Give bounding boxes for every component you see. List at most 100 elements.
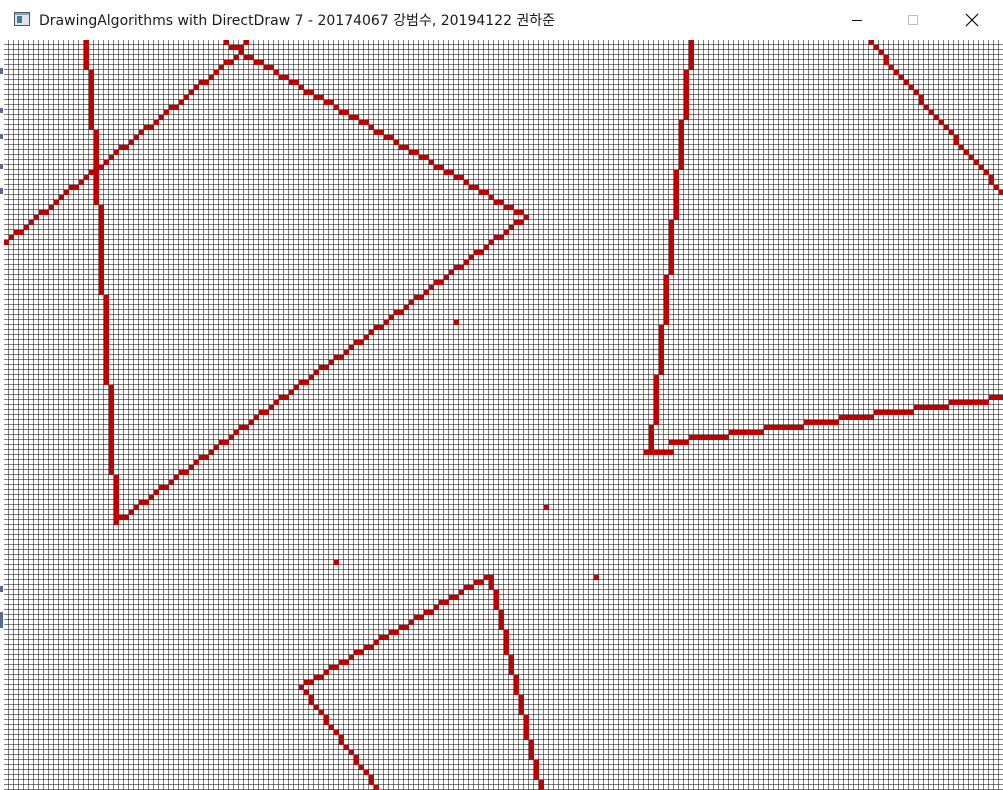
plotted-pixel <box>504 635 509 640</box>
plotted-pixel <box>664 280 669 285</box>
plotted-pixel <box>299 685 304 690</box>
plotted-pixel <box>524 215 529 220</box>
plotted-pixel <box>914 405 919 410</box>
plotted-pixel <box>329 360 334 365</box>
plotted-pixel <box>9 235 14 240</box>
close-button[interactable] <box>949 0 995 40</box>
plotted-pixel <box>879 410 884 415</box>
plotted-pixel <box>109 460 114 465</box>
plotted-pixel <box>289 390 294 395</box>
plotted-pixel <box>464 180 469 185</box>
plotted-pixel <box>44 210 49 215</box>
plotted-pixel <box>304 690 309 695</box>
plotted-pixel <box>14 230 19 235</box>
plotted-pixel <box>4 240 9 245</box>
plotted-pixel <box>439 165 444 170</box>
plotted-pixel <box>104 360 109 365</box>
plotted-pixel <box>104 340 109 345</box>
plotted-pixel <box>229 45 234 50</box>
plotted-pixel <box>684 115 689 120</box>
plotted-pixel <box>94 165 99 170</box>
plotted-pixel <box>314 95 319 100</box>
plotted-pixel <box>979 400 984 405</box>
plotted-pixel <box>179 100 184 105</box>
plotted-pixel <box>449 170 454 175</box>
plotted-pixel <box>514 680 519 685</box>
plotted-pixel <box>669 440 674 445</box>
plotted-pixel <box>469 585 474 590</box>
maximize-button[interactable] <box>890 0 936 40</box>
drawing-canvas[interactable] <box>4 40 1003 790</box>
app-window-icon[interactable] <box>14 12 30 26</box>
minimize-button[interactable] <box>834 0 880 40</box>
plotted-pixel <box>504 230 509 235</box>
plotted-pixel <box>109 445 114 450</box>
plotted-pixel <box>454 595 459 600</box>
plotted-pixel <box>919 405 924 410</box>
plotted-pixel <box>669 265 674 270</box>
plotted-pixel <box>134 135 139 140</box>
plotted-pixel <box>519 220 524 225</box>
plotted-pixel <box>349 115 354 120</box>
plotted-pixel <box>149 125 154 130</box>
plotted-pixel <box>104 345 109 350</box>
plotted-pixel <box>499 200 504 205</box>
plotted-pixel <box>84 65 89 70</box>
plotted-pixel <box>504 205 509 210</box>
plotted-pixel <box>104 300 109 305</box>
plotted-pixel <box>189 90 194 95</box>
plotted-pixel <box>99 270 104 275</box>
plotted-pixel <box>689 65 694 70</box>
plotted-pixel <box>659 335 664 340</box>
plotted-pixel <box>414 150 419 155</box>
plotted-pixel <box>424 610 429 615</box>
plotted-pixel <box>394 310 399 315</box>
plotted-pixel <box>99 275 104 280</box>
plotted-pixel <box>354 115 359 120</box>
plotted-pixel <box>674 205 679 210</box>
plotted-pixel <box>114 480 119 485</box>
plotted-pixel <box>324 715 329 720</box>
plotted-pixel <box>114 475 119 480</box>
plotted-pixel <box>959 145 964 150</box>
plotted-pixel <box>99 225 104 230</box>
plotted-pixel <box>109 410 114 415</box>
plotted-pixel <box>34 215 39 220</box>
plotted-pixel <box>229 60 234 65</box>
plotted-pixel <box>94 170 99 175</box>
plotted-pixel <box>309 375 314 380</box>
plotted-pixel <box>674 210 679 215</box>
plotted-pixel <box>974 400 979 405</box>
title-bar[interactable]: DrawingAlgorithms with DirectDraw 7 - 20… <box>0 0 1003 40</box>
plotted-pixel <box>484 245 489 250</box>
plotted-pixel <box>109 390 114 395</box>
plotted-pixel <box>104 325 109 330</box>
plotted-pixel <box>924 105 929 110</box>
plotted-pixel <box>334 355 339 360</box>
plotted-pixel <box>424 155 429 160</box>
plotted-pixel <box>809 420 814 425</box>
plotted-pixel <box>94 145 99 150</box>
plotted-pixel <box>154 490 159 495</box>
plotted-pixel <box>214 445 219 450</box>
plotted-pixel <box>109 155 114 160</box>
plotted-pixel <box>219 65 224 70</box>
plotted-pixel <box>414 295 419 300</box>
plotted-pixel <box>824 420 829 425</box>
plotted-pixel <box>94 135 99 140</box>
plotted-pixel <box>709 435 714 440</box>
maximize-icon <box>908 15 918 25</box>
plotted-pixel <box>184 95 189 100</box>
plotted-pixel <box>24 225 29 230</box>
plotted-pixel <box>104 370 109 375</box>
plotted-pixel <box>469 185 474 190</box>
plotted-pixel <box>934 115 939 120</box>
plotted-pixel <box>109 435 114 440</box>
plotted-pixel <box>534 775 539 780</box>
plotted-pixel <box>654 375 659 380</box>
plotted-pixel <box>89 75 94 80</box>
plotted-pixel <box>504 645 509 650</box>
plotted-pixel <box>104 350 109 355</box>
plotted-pixel <box>194 85 199 90</box>
plotted-pixel <box>494 235 499 240</box>
